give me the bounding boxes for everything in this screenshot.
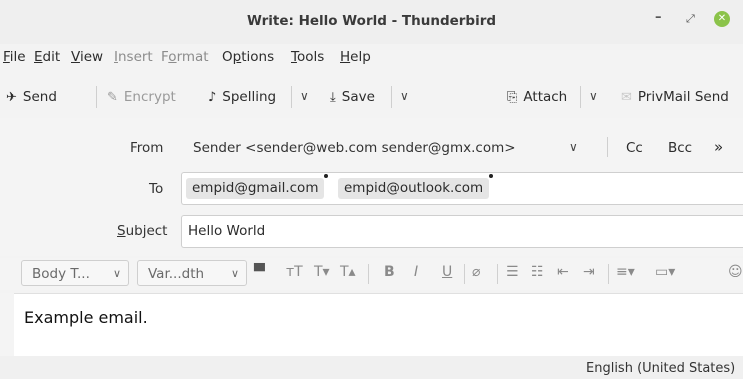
text-color-icon[interactable]: ▀ bbox=[254, 264, 265, 280]
formatting-toolbar: Body T... ∨ Var...dth ∨ ▀ ᴛT T▾ T▴ B I U ⌀… bbox=[0, 258, 743, 290]
format-separator bbox=[368, 264, 369, 284]
menu-help[interactable]: Help bbox=[340, 49, 371, 65]
menu-view[interactable]: View bbox=[71, 49, 103, 65]
header-separator bbox=[607, 137, 608, 157]
menu-options[interactable]: Options bbox=[222, 49, 274, 65]
remove-styles-icon[interactable]: ⌀ bbox=[472, 264, 480, 280]
toolbar-separator bbox=[391, 86, 392, 108]
send-button[interactable]: ✈ Send bbox=[6, 89, 57, 105]
menu-bar: File Edit View Insert Format Options Too… bbox=[0, 46, 743, 70]
menu-edit[interactable]: Edit bbox=[34, 49, 60, 65]
to-field[interactable]: empid@gmail.com empid@outlook.com bbox=[181, 172, 743, 205]
format-separator bbox=[464, 264, 465, 284]
attach-button[interactable]: ⎘ Attach bbox=[507, 89, 567, 105]
spelling-dropdown-chevron-icon[interactable]: ∨ bbox=[300, 89, 309, 103]
insert-image-icon[interactable]: ▭▾ bbox=[655, 264, 675, 280]
increase-size-icon[interactable]: T▴ bbox=[340, 264, 356, 280]
maximize-icon[interactable]: ⤢ bbox=[686, 12, 695, 26]
from-select[interactable]: Sender <sender@web.com sender@gmx.com> bbox=[193, 140, 516, 156]
language-indicator[interactable]: English (United States) bbox=[586, 361, 735, 376]
align-icon[interactable]: ≡▾ bbox=[616, 264, 635, 280]
save-button[interactable]: ⤓ Save bbox=[330, 89, 375, 105]
subject-input[interactable]: Hello World bbox=[181, 215, 743, 248]
toolbar-separator bbox=[96, 86, 97, 108]
menu-format[interactable]: Format bbox=[161, 49, 209, 65]
toolbar-separator bbox=[291, 86, 292, 108]
subject-value: Hello World bbox=[188, 223, 266, 239]
close-icon[interactable]: ✕ bbox=[714, 11, 730, 27]
save-icon: ⤓ bbox=[330, 90, 336, 105]
format-separator bbox=[497, 264, 498, 284]
message-body-text: Example email. bbox=[24, 308, 148, 327]
emoji-icon[interactable]: ☺ bbox=[728, 264, 743, 280]
recipient-pill[interactable]: empid@gmail.com bbox=[186, 174, 329, 199]
attach-dropdown-chevron-icon[interactable]: ∨ bbox=[589, 89, 598, 103]
toolbar-separator bbox=[580, 86, 581, 108]
smaller-font-icon[interactable]: ᴛT bbox=[286, 264, 303, 280]
recipient-pill[interactable]: empid@outlook.com bbox=[338, 174, 494, 199]
paperclip-icon: ⎘ bbox=[507, 90, 518, 105]
pill-marker-icon bbox=[489, 174, 494, 178]
privmail-icon: ✉ bbox=[621, 90, 632, 105]
decrease-size-icon[interactable]: T▾ bbox=[314, 264, 330, 280]
message-body-editor[interactable]: Example email. bbox=[14, 293, 743, 357]
bold-icon[interactable]: B bbox=[384, 264, 395, 280]
menu-tools[interactable]: Tools bbox=[291, 49, 324, 65]
compose-toolbar: ✈ Send ✎ Encrypt ♪ Spelling ∨ ⤓ Save ∨ ⎘ Atta… bbox=[0, 80, 743, 114]
privmail-send-button[interactable]: ✉ PrivMail Send bbox=[621, 89, 729, 105]
paragraph-format-select[interactable]: Body T... ∨ bbox=[21, 260, 129, 286]
cc-button[interactable]: Cc bbox=[626, 140, 643, 156]
save-dropdown-chevron-icon[interactable]: ∨ bbox=[400, 89, 409, 103]
chevron-down-icon: ∨ bbox=[230, 267, 239, 280]
send-icon: ✈ bbox=[6, 90, 17, 105]
numbered-list-icon[interactable]: ☷ bbox=[531, 264, 544, 280]
bulleted-list-icon[interactable]: ☰ bbox=[506, 264, 519, 280]
editor-gutter bbox=[0, 293, 14, 356]
status-bar: English (United States) bbox=[0, 356, 743, 379]
spelling-button[interactable]: ♪ Spelling bbox=[208, 89, 276, 105]
more-fields-icon[interactable]: » bbox=[714, 138, 723, 156]
underline-icon[interactable]: U bbox=[442, 264, 452, 280]
title-bar: Write: Hello World - Thunderbird – ⤢ ✕ bbox=[0, 0, 743, 44]
format-separator bbox=[608, 264, 609, 284]
font-select[interactable]: Var...dth ∨ bbox=[137, 260, 247, 286]
italic-icon[interactable]: I bbox=[414, 264, 418, 280]
spelling-icon: ♪ bbox=[208, 90, 217, 105]
minimize-icon[interactable]: – bbox=[655, 10, 662, 25]
menu-file[interactable]: File bbox=[3, 49, 26, 65]
encrypt-icon: ✎ bbox=[107, 90, 118, 105]
from-chevron-down-icon[interactable]: ∨ bbox=[569, 140, 578, 154]
outdent-icon[interactable]: ⇤ bbox=[557, 264, 569, 280]
window-title: Write: Hello World - Thunderbird bbox=[246, 13, 497, 29]
menu-insert[interactable]: Insert bbox=[114, 49, 153, 65]
chevron-down-icon: ∨ bbox=[112, 267, 121, 280]
subject-label: Subject bbox=[117, 223, 168, 239]
bcc-button[interactable]: Bcc bbox=[668, 140, 692, 156]
pill-marker-icon bbox=[324, 174, 329, 178]
indent-icon[interactable]: ⇥ bbox=[583, 264, 595, 280]
to-label: To bbox=[149, 181, 164, 197]
encrypt-button[interactable]: ✎ Encrypt bbox=[107, 89, 176, 105]
from-label: From bbox=[130, 140, 164, 156]
